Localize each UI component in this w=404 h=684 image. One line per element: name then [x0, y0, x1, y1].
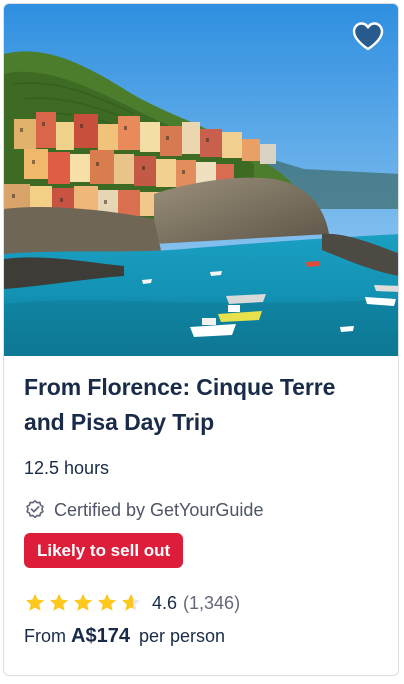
- star-icon: [74, 593, 92, 611]
- certified-row: Certified by GetYourGuide: [24, 499, 382, 521]
- activity-card[interactable]: From Florence: Cinque Terre and Pisa Day…: [3, 3, 399, 676]
- activity-image[interactable]: [4, 4, 398, 356]
- likely-to-sell-out-badge: Likely to sell out: [24, 533, 184, 568]
- certified-badge-icon: [26, 500, 44, 519]
- star-icon: [122, 593, 140, 611]
- activity-title[interactable]: From Florence: Cinque Terre and Pisa Day…: [24, 356, 382, 440]
- heart-icon: [352, 22, 384, 51]
- price-row: From A$174 per person: [24, 624, 382, 648]
- rating-stars: [24, 592, 142, 614]
- price-amount: A$174: [71, 625, 130, 647]
- rating-row: 4.6 (1,346): [24, 592, 382, 614]
- review-count: (1,346): [183, 592, 241, 613]
- star-icon: [26, 593, 44, 611]
- star-icon: [98, 593, 116, 611]
- rating-score: 4.6: [152, 592, 178, 613]
- certified-label: Certified by GetYourGuide: [54, 500, 264, 520]
- star-icon: [50, 593, 68, 611]
- price-suffix: per person: [138, 626, 226, 646]
- price-prefix: From: [24, 626, 66, 646]
- wishlist-button[interactable]: [350, 18, 386, 54]
- activity-duration: 12.5 hours: [24, 458, 110, 478]
- activity-details: From Florence: Cinque Terre and Pisa Day…: [24, 356, 382, 648]
